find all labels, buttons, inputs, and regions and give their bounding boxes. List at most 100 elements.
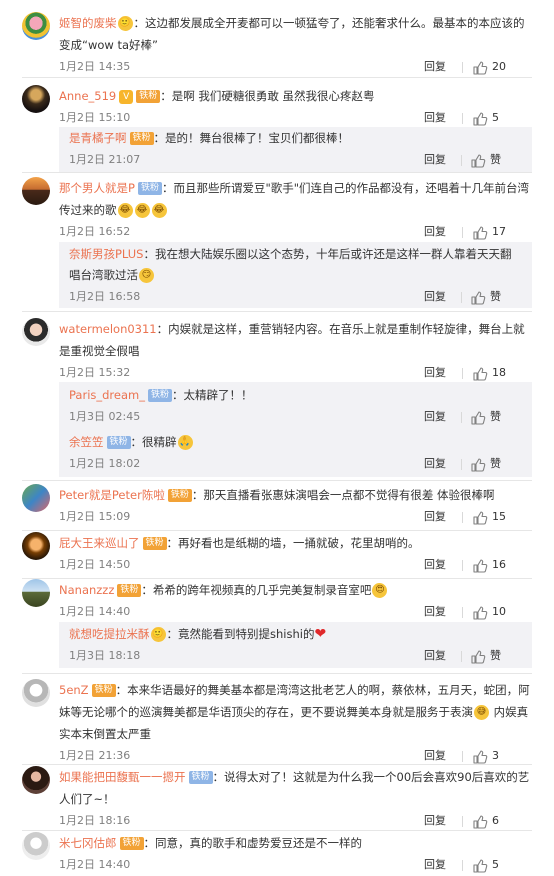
username[interactable]: 余笠笠 (69, 435, 104, 449)
reply-button[interactable]: 回复 (424, 149, 446, 171)
username[interactable]: Anne_519 (59, 89, 116, 103)
reply-button[interactable]: 回复 (424, 854, 446, 876)
like-button[interactable]: 5 (472, 107, 532, 129)
avatar[interactable] (22, 85, 50, 113)
comment-time: 1月2日 18:16 (59, 814, 131, 827)
like-button[interactable]: 赞 (470, 149, 530, 171)
comment-time: 1月2日 14:50 (59, 558, 131, 571)
divider (462, 751, 463, 762)
divider (22, 311, 532, 312)
divider (461, 412, 462, 423)
like-label: 赞 (490, 290, 501, 303)
like-button[interactable]: 10 (472, 601, 532, 623)
username[interactable]: 米七冈估郎 (59, 836, 117, 850)
like-button[interactable]: 17 (472, 221, 532, 243)
comment-text: ：希希的跨年视频真的几乎完美复制录音室吧 (141, 583, 372, 597)
divider (22, 830, 532, 831)
reply-button[interactable]: 回复 (424, 453, 446, 475)
like-count: 17 (492, 225, 506, 238)
like-button[interactable]: 赞 (470, 645, 530, 667)
divider (462, 113, 463, 124)
username[interactable]: 那个男人就是P (59, 181, 135, 195)
avatar[interactable] (22, 484, 50, 512)
divider (22, 673, 532, 674)
reply-button[interactable]: 回复 (424, 645, 446, 667)
avatar[interactable] (22, 832, 50, 860)
fan-badge: 铁粉 (188, 771, 213, 784)
avatar[interactable] (22, 177, 50, 205)
like-button[interactable]: 赞 (470, 286, 530, 308)
like-button[interactable]: 6 (472, 810, 532, 832)
username[interactable]: 如果能把田馥甄一一摁开 (59, 770, 186, 784)
reply-button[interactable]: 回复 (424, 406, 446, 428)
like-count: 16 (492, 558, 506, 571)
reply-button[interactable]: 回复 (424, 554, 446, 576)
username[interactable]: 5enZ (59, 683, 89, 697)
reply-button[interactable]: 回复 (424, 601, 446, 623)
reply-time: 1月3日 02:45 (69, 410, 141, 423)
reply-button[interactable]: 回复 (424, 362, 446, 384)
like-button[interactable]: 赞 (470, 406, 530, 428)
username[interactable]: Peter就是Peter陈啦 (59, 488, 165, 502)
avatar[interactable] (22, 679, 50, 707)
divider (461, 155, 462, 166)
reply-time: 1月2日 21:07 (69, 153, 141, 166)
comment-text: ：再好看也是纸糊的墙，一捅就破，花里胡哨的。 (166, 536, 420, 550)
fan-badge: 铁粉 (136, 90, 161, 103)
reply-button[interactable]: 回复 (424, 56, 446, 78)
username[interactable]: 就想吃提拉米酥 (69, 627, 150, 641)
fan-badge: 铁粉 (117, 584, 142, 597)
fan-badge: 铁粉 (106, 436, 131, 449)
comment-text: ：是啊 我们硬糖很勇敢 虽然我很心疼赵粤 (160, 89, 375, 103)
avatar[interactable] (22, 532, 50, 560)
reply-button[interactable]: 回复 (424, 810, 446, 832)
like-label: 赞 (490, 457, 501, 470)
comment-time: 1月2日 15:09 (59, 510, 131, 523)
username[interactable]: watermelon0311 (59, 322, 157, 336)
username[interactable]: Nananzzz (59, 583, 114, 597)
like-button[interactable]: 15 (472, 506, 532, 528)
vip-icon: V (119, 89, 134, 104)
thumbs-up-icon (472, 858, 488, 874)
reply-text: ：太精辟了！！ (172, 388, 253, 402)
divider (461, 459, 462, 470)
reply-button[interactable]: 回复 (424, 221, 446, 243)
fan-badge: 铁粉 (167, 489, 192, 502)
fan-badge: 铁粉 (147, 389, 172, 402)
emoji-icon: 😂 (117, 203, 133, 218)
sub-reply-item: Paris_dream_ 铁粉 ：太精辟了！！ 1月3日 02:45 回复 赞 (59, 382, 532, 428)
fan-badge: 铁粉 (129, 132, 154, 145)
like-button[interactable]: 赞 (470, 453, 530, 475)
like-button[interactable]: 16 (472, 554, 532, 576)
reply-button[interactable]: 回复 (424, 506, 446, 528)
sub-reply-list: 奈斯男孩PLUS：我在想大陆娱乐圈以这个态势，十年后或许还是这样一群人靠着天天翻… (59, 242, 532, 308)
fan-badge: 铁粉 (119, 837, 144, 850)
username[interactable]: 姬智的废柴 (59, 16, 117, 30)
username[interactable]: 奈斯男孩PLUS (69, 247, 144, 261)
user-badge-icon: 🙂 (150, 627, 166, 642)
like-button[interactable]: 5 (472, 854, 532, 876)
username[interactable]: Paris_dream_ (69, 388, 145, 402)
sub-reply-list: 是青橘子啊 铁粉 ：是的！舞台很棒了！宝贝们都很棒！ 1月2日 21:07 回复 赞 (59, 127, 532, 172)
avatar[interactable] (22, 579, 50, 607)
avatar[interactable] (22, 12, 50, 40)
like-button[interactable]: 18 (472, 362, 532, 384)
divider (462, 227, 463, 238)
like-count: 10 (492, 605, 506, 618)
comment-time: 1月2日 14:40 (59, 858, 131, 871)
reply-button[interactable]: 回复 (424, 107, 446, 129)
username[interactable]: 是青橘子啊 (69, 131, 127, 145)
reply-text: ：竟然能看到特别提shishi的 (166, 627, 315, 641)
divider (22, 480, 532, 481)
thumbs-up-icon (472, 60, 488, 76)
thumbs-up-icon (470, 410, 486, 426)
like-button[interactable]: 20 (472, 56, 532, 78)
avatar[interactable] (22, 766, 50, 794)
avatar[interactable] (22, 318, 50, 346)
comment-time: 1月2日 14:40 (59, 605, 131, 618)
username[interactable]: 屁大王来巡山了 (59, 536, 140, 550)
reply-time: 1月2日 18:02 (69, 457, 141, 470)
reply-button[interactable]: 回复 (424, 286, 446, 308)
sub-reply-item: 就想吃提拉米酥 🙂 ：竟然能看到特别提shishi的❤ 1月3日 18:18 回复 … (59, 622, 532, 667)
user-badge-icon: 🙂 (117, 16, 133, 31)
